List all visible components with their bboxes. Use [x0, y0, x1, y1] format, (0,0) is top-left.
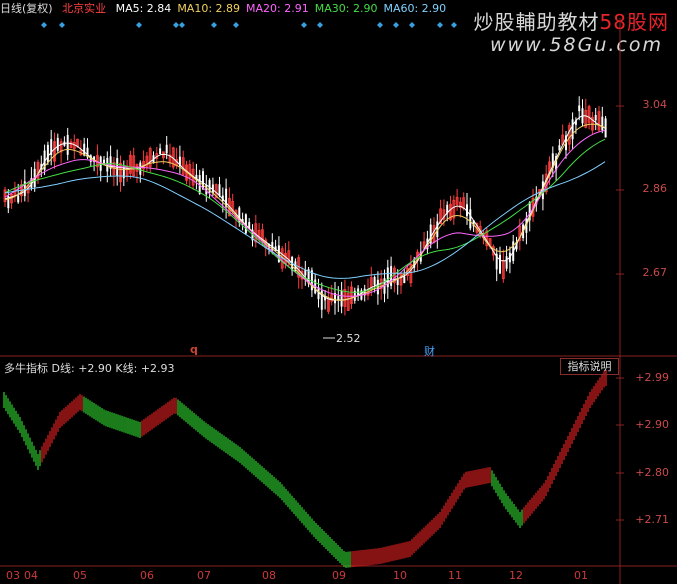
candle-body	[373, 276, 376, 285]
signal-diamond	[393, 22, 399, 28]
candle-body	[66, 134, 69, 155]
candle-body	[403, 276, 406, 284]
x-tick-01: 01	[574, 569, 588, 582]
x-tick-04: 04	[24, 569, 38, 582]
signal-diamond	[301, 22, 307, 28]
signal-diamond	[437, 22, 443, 28]
signal-diamond	[377, 22, 383, 28]
x-tick-08: 08	[262, 569, 276, 582]
signal-diamond	[317, 22, 323, 28]
event-mark-finance[interactable]: 财	[424, 343, 435, 359]
ind-tick-1: +2.99	[635, 371, 669, 384]
x-tick-12: 12	[509, 569, 523, 582]
price-tick-1: 3.04	[642, 98, 668, 111]
candle-body	[56, 137, 59, 151]
indicator-title: 多牛指标 D线: +2.90 K线: +2.93	[4, 362, 175, 375]
price-tick-2: 2.86	[642, 182, 668, 195]
min-price-label: 2.52	[336, 332, 361, 345]
x-tick-05: 05	[73, 569, 87, 582]
signal-diamond	[179, 22, 185, 28]
event-mark-q[interactable]: q	[190, 343, 198, 356]
ind-tick-2: +2.90	[635, 418, 669, 431]
candle-body	[469, 209, 472, 229]
candle-body	[159, 148, 162, 154]
candle-body	[499, 254, 501, 274]
signal-diamond	[451, 22, 457, 28]
x-tick-11: 11	[448, 569, 462, 582]
price-tick-3: 2.67	[642, 266, 668, 279]
candle-body	[46, 144, 49, 163]
ind-tick-3: +2.80	[635, 466, 669, 479]
candle-body	[165, 144, 168, 154]
x-tick-06: 06	[140, 569, 154, 582]
candle-body	[601, 116, 604, 131]
candle-body	[139, 162, 142, 175]
signal-diamond	[233, 22, 239, 28]
signal-diamond	[41, 22, 47, 28]
signal-diamond	[136, 22, 142, 28]
x-tick-03: 03	[6, 569, 20, 582]
candle-body	[571, 119, 574, 140]
x-tick-09: 09	[332, 569, 346, 582]
candle-body	[340, 290, 343, 307]
indicator-help-button[interactable]: 指标说明	[560, 358, 619, 375]
signal-diamond	[59, 22, 65, 28]
x-tick-07: 07	[197, 569, 211, 582]
signal-diamond	[173, 22, 179, 28]
x-tick-10: 10	[393, 569, 407, 582]
candle-body	[17, 195, 20, 203]
chart-canvas[interactable]	[0, 0, 677, 584]
signal-diamond	[211, 22, 217, 28]
ind-tick-4: +2.71	[635, 513, 669, 526]
ma60-line	[4, 161, 606, 279]
candle-body	[578, 105, 581, 112]
signal-diamond	[409, 22, 415, 28]
candle-body	[594, 114, 597, 121]
candle-body	[505, 256, 508, 269]
